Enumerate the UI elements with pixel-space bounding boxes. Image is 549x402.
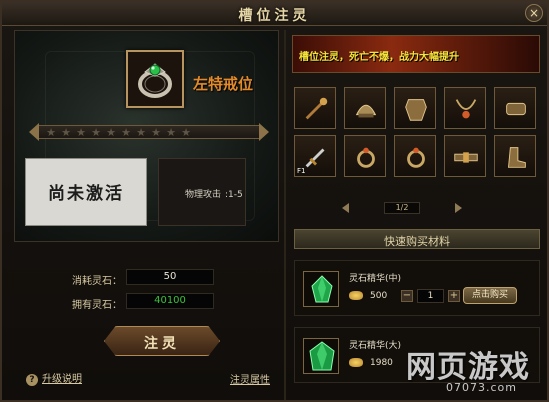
- star-icon: ★: [61, 126, 71, 139]
- inject-window: 槽位注灵 × 左特戒位 ★ ★ ★ ★ ★ ★ ★ ★ ★ ★ 尚未激活 物理攻击:1-5: [0, 0, 549, 402]
- activation-status: 尚未激活: [48, 184, 124, 204]
- equipment-slot[interactable]: [444, 87, 486, 129]
- banner-text: 槽位注灵，死亡不爆，战力大幅提升: [299, 52, 459, 63]
- star-icon: ★: [76, 126, 86, 139]
- attribute-value: :1-5: [225, 190, 243, 200]
- status-box: 尚未激活: [25, 158, 147, 226]
- slot-preview-panel: 左特戒位 ★ ★ ★ ★ ★ ★ ★ ★ ★ ★ 尚未激活 物理攻击:1-5: [14, 30, 279, 242]
- bar-cap-right: [259, 123, 269, 141]
- slot-icon-frame: [126, 50, 184, 108]
- prev-page-arrow-icon[interactable]: [342, 203, 349, 213]
- equipment-slot[interactable]: [494, 87, 536, 129]
- equipment-slot[interactable]: [444, 135, 486, 177]
- help-icon: ?: [26, 374, 38, 386]
- weapon-icon: [305, 148, 325, 168]
- slot-name: 左特戒位: [193, 75, 254, 93]
- equipment-slot[interactable]: [344, 87, 386, 129]
- consume-value: 50: [126, 269, 214, 285]
- watermark-text: 网页游戏: [406, 350, 530, 385]
- attribute-box: 物理攻击:1-5: [158, 158, 246, 226]
- equipment-slot-grid: F1: [294, 87, 540, 183]
- boots-icon: [507, 147, 526, 168]
- star-icon: ★: [46, 126, 56, 139]
- quick-buy-title: 快速购买材料: [384, 235, 450, 248]
- promo-banner: 槽位注灵，死亡不爆，战力大幅提升: [292, 35, 540, 73]
- panel-divider: [284, 30, 286, 400]
- equipment-slot[interactable]: [494, 135, 536, 177]
- watermark-url: 07073.com: [446, 381, 517, 394]
- bar-cap-left: [29, 123, 39, 141]
- ring-icon: [138, 63, 172, 98]
- buy-button[interactable]: 点击购买: [463, 287, 517, 304]
- attribute-label: 物理攻击: [185, 190, 222, 200]
- equipment-slot[interactable]: [344, 135, 386, 177]
- attribute-line: 物理攻击:1-5: [185, 187, 243, 200]
- gold-ingot-icon: [349, 291, 363, 300]
- own-label: 拥有灵石：: [72, 300, 122, 311]
- staff-icon: [305, 97, 328, 120]
- bracer-icon: [506, 102, 526, 116]
- necklace-icon: [455, 99, 477, 119]
- star-icon: ★: [91, 126, 101, 139]
- close-button[interactable]: ×: [525, 4, 543, 22]
- quantity-decrease-button[interactable]: −: [401, 290, 413, 302]
- equipment-slot[interactable]: [394, 87, 436, 129]
- star-row: ★ ★ ★ ★ ★ ★ ★ ★ ★ ★: [45, 127, 192, 138]
- armor-icon: [405, 99, 427, 121]
- star-icon: ★: [106, 126, 116, 139]
- page-indicator: 1/2: [384, 202, 420, 214]
- inject-attributes-link[interactable]: 注灵属性: [230, 371, 270, 386]
- belt-icon: [454, 152, 478, 163]
- spirit-stone-icon: [303, 271, 339, 307]
- window-title: 槽位注灵: [238, 8, 311, 24]
- own-value: 40100: [126, 293, 214, 309]
- inject-button[interactable]: 注灵: [104, 326, 220, 356]
- spirit-stone-icon: [303, 338, 339, 374]
- upgrade-help-link[interactable]: ? 升级说明: [26, 370, 82, 386]
- site-watermark: 网页游戏 07073.com: [406, 340, 546, 400]
- item-price: 1980: [370, 358, 393, 368]
- helmet-icon: [355, 104, 377, 118]
- item-price: 500: [370, 291, 388, 301]
- inject-button-label: 注灵: [144, 336, 180, 352]
- gold-ingot-icon: [349, 358, 363, 367]
- star-icon: ★: [151, 126, 161, 139]
- shop-item: 灵石精华(中) 500 − 1 + 点击购买: [294, 260, 540, 316]
- star-icon: ★: [181, 126, 191, 139]
- equipment-slot[interactable]: [394, 135, 436, 177]
- ring-icon: [407, 147, 425, 168]
- pager: 1/2: [342, 202, 462, 216]
- star-level-bar: ★ ★ ★ ★ ★ ★ ★ ★ ★ ★: [29, 123, 269, 141]
- star-icon: ★: [136, 126, 146, 139]
- quantity-input[interactable]: 1: [417, 289, 444, 303]
- equipment-slot[interactable]: F1: [294, 135, 336, 177]
- consume-label: 消耗灵石：: [72, 276, 122, 287]
- next-page-arrow-icon[interactable]: [455, 203, 462, 213]
- star-icon: ★: [121, 126, 131, 139]
- title-bar: 槽位注灵 ×: [2, 2, 547, 26]
- equipment-slot[interactable]: [294, 87, 336, 129]
- item-name: 灵石精华(大): [349, 341, 402, 351]
- item-name: 灵石精华(中): [349, 274, 402, 284]
- ring-icon: [357, 147, 375, 168]
- upgrade-help-label: 升级说明: [42, 374, 82, 385]
- slot-badge: F1: [297, 167, 306, 175]
- quick-buy-header: 快速购买材料: [294, 229, 540, 249]
- quantity-increase-button[interactable]: +: [448, 290, 460, 302]
- star-icon: ★: [166, 126, 176, 139]
